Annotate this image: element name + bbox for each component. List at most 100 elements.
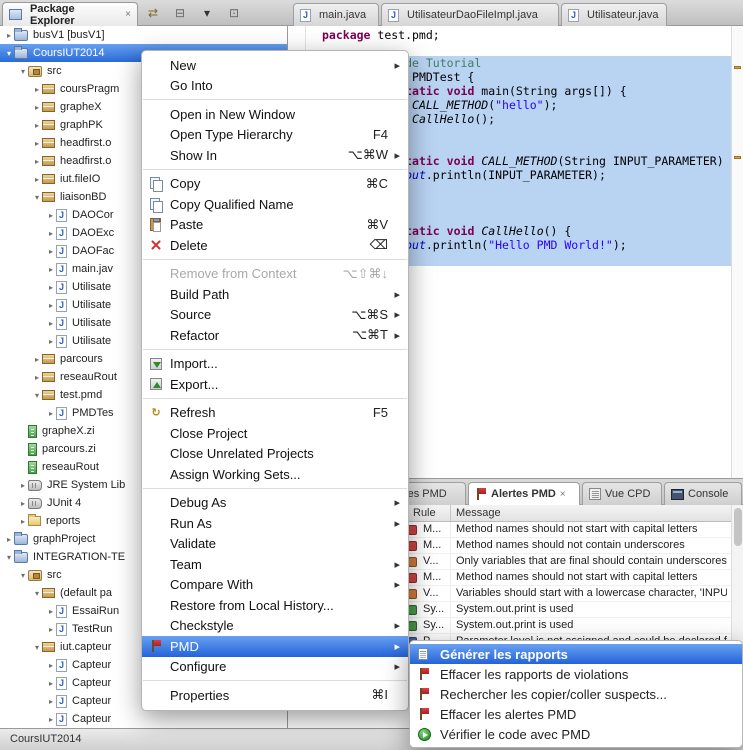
menu-item-validate[interactable]: Validate	[142, 534, 408, 555]
menu-item-import[interactable]: Import...	[142, 354, 408, 375]
tree-item-busv1-busv1[interactable]: ▸busV1 [busV1]	[0, 26, 288, 44]
expand-arrow-icon[interactable]: ▸	[46, 715, 56, 724]
minimize-icon[interactable]: ⊡	[225, 4, 243, 22]
column-divider	[450, 554, 451, 570]
editor-tab-utilisateurdaofileimpl-java[interactable]: UtilisateurDaoFileImpl.java	[381, 3, 559, 26]
expand-arrow-icon[interactable]: ▸	[32, 103, 42, 112]
expand-arrow-icon[interactable]: ▸	[46, 319, 56, 328]
tree-item-label: headfirst.o	[60, 137, 111, 149]
panel-tab-vue-cpd[interactable]: Vue CPD	[582, 482, 662, 505]
menu-item-close-unrelated-projects[interactable]: Close Unrelated Projects	[142, 444, 408, 465]
menu-item-source[interactable]: Source⌥⌘S▸	[142, 305, 408, 326]
menu-item-new[interactable]: New▸	[142, 55, 408, 76]
submenu-item-effacer-les-alertes-pmd[interactable]: Effacer les alertes PMD	[410, 704, 742, 724]
view-menu-icon[interactable]: ▾	[198, 4, 216, 22]
expand-arrow-icon[interactable]: ▸	[32, 175, 42, 184]
expand-arrow-icon[interactable]: ▸	[46, 265, 56, 274]
expand-arrow-icon[interactable]: ▸	[4, 31, 14, 40]
collapse-arrow-icon[interactable]: ▾	[32, 643, 42, 652]
menu-item-run-as[interactable]: Run As▸	[142, 513, 408, 534]
expand-arrow-icon[interactable]: ▸	[32, 355, 42, 364]
menu-item-configure[interactable]: Configure▸	[142, 657, 408, 678]
panel-tab-alertes-pmd[interactable]: Alertes PMD×	[468, 482, 580, 505]
menu-item-copy-qualified-name[interactable]: Copy Qualified Name	[142, 194, 408, 215]
menu-item-label: Checkstyle	[170, 618, 234, 633]
expand-arrow-icon[interactable]: ▸	[32, 157, 42, 166]
editor-tab-main-java[interactable]: main.java	[293, 3, 379, 26]
expand-arrow-icon[interactable]: ▸	[46, 697, 56, 706]
collapse-arrow-icon[interactable]: ▾	[32, 391, 42, 400]
submenu-item-label: Générer les rapports	[440, 647, 568, 662]
collapse-arrow-icon[interactable]: ▾	[4, 553, 14, 562]
expand-arrow-icon[interactable]: ▸	[18, 481, 28, 490]
menu-item-go-into[interactable]: Go Into	[142, 76, 408, 97]
expand-arrow-icon[interactable]: ▸	[46, 211, 56, 220]
export-icon	[150, 378, 162, 390]
menu-item-restore-from-local-history[interactable]: Restore from Local History...	[142, 595, 408, 616]
menu-item-delete[interactable]: Delete⌫	[142, 235, 408, 256]
collapse-all-icon[interactable]: ⊟	[171, 4, 189, 22]
status-text: CoursIUT2014	[10, 733, 82, 745]
menu-item-assign-working-sets[interactable]: Assign Working Sets...	[142, 464, 408, 485]
expand-arrow-icon[interactable]: ▸	[46, 229, 56, 238]
package-explorer-tab[interactable]: Package Explorer ×	[2, 2, 138, 26]
overview-marker[interactable]	[734, 156, 741, 159]
menu-item-properties[interactable]: Properties⌘I	[142, 685, 408, 706]
menu-item-show-in[interactable]: Show In⌥⌘W▸	[142, 145, 408, 166]
tree-item-label: liaisonBD	[60, 191, 106, 203]
menu-item-checkstyle[interactable]: Checkstyle▸	[142, 616, 408, 637]
expand-arrow-icon[interactable]: ▸	[18, 517, 28, 526]
menu-item-export[interactable]: Export...	[142, 374, 408, 395]
close-icon[interactable]: ×	[125, 9, 131, 20]
editor-tab-utilisateur-java[interactable]: Utilisateur.java	[561, 3, 667, 26]
menu-item-compare-with[interactable]: Compare With▸	[142, 575, 408, 596]
submenu-item-g-n-rer-les-rapports[interactable]: Générer les rapports	[410, 644, 742, 664]
panel-tab-console[interactable]: Console	[664, 482, 742, 505]
overview-ruler[interactable]	[731, 26, 743, 478]
expand-arrow-icon[interactable]: ▸	[46, 661, 56, 670]
menu-item-debug-as[interactable]: Debug As▸	[142, 493, 408, 514]
expand-arrow-icon[interactable]: ▸	[46, 607, 56, 616]
overview-marker[interactable]	[734, 66, 741, 69]
column-header-message[interactable]: Message	[456, 507, 501, 519]
expand-arrow-icon[interactable]: ▸	[46, 283, 56, 292]
menu-item-open-type-hierarchy[interactable]: Open Type HierarchyF4	[142, 125, 408, 146]
collapse-arrow-icon[interactable]: ▾	[18, 67, 28, 76]
collapse-arrow-icon[interactable]: ▾	[32, 193, 42, 202]
tree-item-capteur[interactable]: ▸Capteur	[0, 710, 288, 728]
expand-arrow-icon[interactable]: ▸	[46, 301, 56, 310]
expand-arrow-icon[interactable]: ▸	[32, 373, 42, 382]
menu-item-open-in-new-window[interactable]: Open in New Window	[142, 104, 408, 125]
link-with-editor-icon[interactable]: ⇄	[144, 4, 162, 22]
expand-arrow-icon[interactable]: ▸	[4, 535, 14, 544]
menu-item-team[interactable]: Team▸	[142, 554, 408, 575]
expand-arrow-icon[interactable]: ▸	[32, 121, 42, 130]
menu-item-refactor[interactable]: Refactor⌥⌘T▸	[142, 325, 408, 346]
expand-arrow-icon[interactable]: ▸	[46, 625, 56, 634]
scrollbar-thumb[interactable]	[734, 508, 742, 546]
menu-item-copy[interactable]: Copy⌘C	[142, 174, 408, 195]
expand-arrow-icon[interactable]: ▸	[46, 247, 56, 256]
menu-item-close-project[interactable]: Close Project	[142, 423, 408, 444]
expand-arrow-icon[interactable]: ▸	[46, 409, 56, 418]
menu-item-paste[interactable]: Paste⌘V	[142, 215, 408, 236]
submenu-item-effacer-les-rapports-de-violations[interactable]: Effacer les rapports de violations	[410, 664, 742, 684]
menu-item-pmd[interactable]: PMD▸	[142, 636, 408, 657]
expand-arrow-icon[interactable]: ▸	[32, 139, 42, 148]
menu-item-refresh[interactable]: RefreshF5	[142, 403, 408, 424]
menu-item-label: New	[170, 58, 196, 73]
column-header-rule[interactable]: Rule	[413, 507, 436, 519]
submenu-item-v-rifier-le-code-avec-pmd[interactable]: Vérifier le code avec PMD	[410, 724, 742, 744]
collapse-arrow-icon[interactable]: ▾	[18, 571, 28, 580]
flag-icon-slot	[150, 640, 170, 652]
collapse-arrow-icon[interactable]: ▾	[32, 589, 42, 598]
expand-arrow-icon[interactable]: ▸	[46, 679, 56, 688]
collapse-arrow-icon[interactable]: ▾	[4, 49, 14, 58]
menu-item-label: Properties	[170, 688, 229, 703]
submenu-item-rechercher-les-copier-coller-suspects[interactable]: Rechercher les copier/coller suspects...	[410, 684, 742, 704]
expand-arrow-icon[interactable]: ▸	[18, 499, 28, 508]
expand-arrow-icon[interactable]: ▸	[46, 337, 56, 346]
close-icon[interactable]: ×	[560, 489, 566, 500]
expand-arrow-icon[interactable]: ▸	[32, 85, 42, 94]
menu-item-build-path[interactable]: Build Path▸	[142, 284, 408, 305]
